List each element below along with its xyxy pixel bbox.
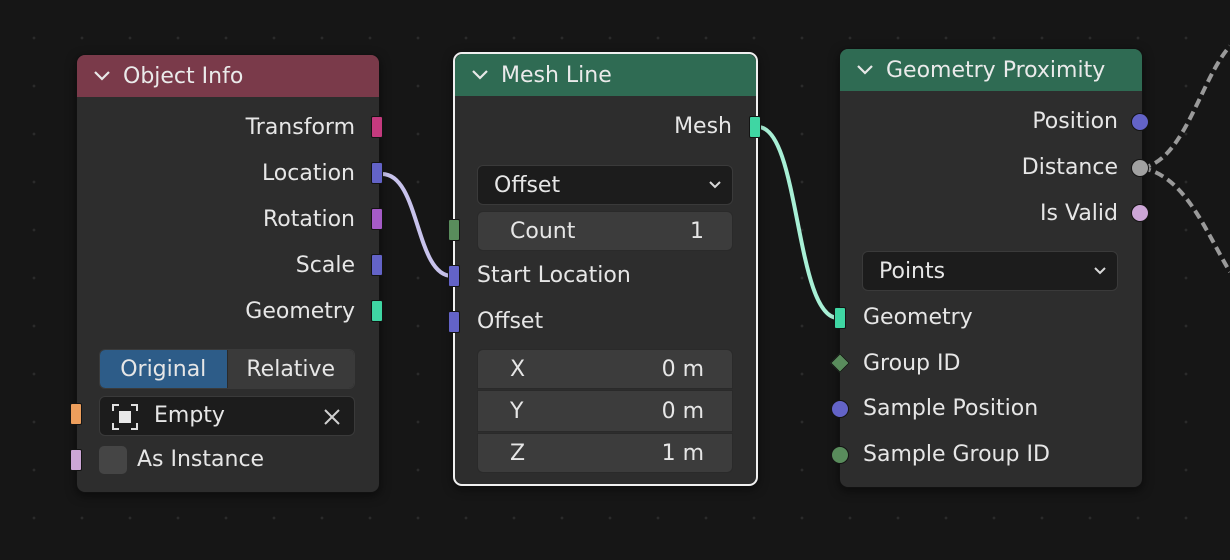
socket-sample-position-input[interactable] [831, 400, 849, 418]
offset-y-label: Y [510, 398, 524, 424]
output-position-label: Position [1032, 109, 1118, 134]
object-field-value: Empty [154, 403, 225, 428]
socket-location-output[interactable] [371, 162, 383, 184]
chevron-down-icon[interactable] [854, 59, 876, 81]
chevron-down-icon[interactable] [91, 65, 113, 87]
socket-geometry-input[interactable] [834, 307, 846, 329]
empty-object-icon [112, 404, 138, 430]
input-group-id-label: Group ID [863, 351, 961, 376]
offset-y-field[interactable]: Y 0 m [477, 390, 733, 432]
socket-offset-input[interactable] [448, 311, 460, 333]
output-transform-label: Transform [245, 115, 355, 140]
offset-y-value: 0 m [661, 398, 704, 424]
socket-is-valid-output[interactable] [1131, 204, 1149, 222]
offset-label: Offset [477, 309, 544, 334]
as-instance-checkbox[interactable] [99, 446, 127, 474]
close-icon[interactable] [322, 407, 342, 427]
count-value: 1 [690, 218, 704, 244]
output-rotation-label: Rotation [262, 207, 355, 232]
socket-position-output[interactable] [1131, 113, 1149, 131]
output-distance-label: Distance [1021, 155, 1118, 180]
offset-x-field[interactable]: X 0 m [477, 349, 733, 389]
socket-start-location-input[interactable] [448, 265, 460, 287]
offset-x-value: 0 m [661, 356, 704, 382]
output-mesh-label: Mesh [674, 114, 732, 139]
socket-rotation-output[interactable] [371, 208, 383, 230]
target-element-dropdown[interactable]: Points [862, 251, 1118, 291]
object-field[interactable]: Empty [99, 396, 355, 436]
output-geometry-label: Geometry [245, 299, 355, 324]
mesh-line-mode-dropdown[interactable]: Offset [477, 165, 733, 205]
socket-as-instance-input[interactable] [70, 449, 82, 471]
toggle-relative[interactable]: Relative [226, 350, 354, 388]
socket-count-input[interactable] [448, 219, 460, 241]
link-distance-out-2 [1141, 166, 1230, 274]
mesh-line-title: Mesh Line [501, 62, 612, 88]
mesh-line-mode-value: Offset [494, 172, 561, 198]
mesh-line-node[interactable]: Mesh Line Mesh Offset Count 1 Start Loca… [453, 52, 758, 486]
toggle-original[interactable]: Original [100, 350, 227, 388]
as-instance-label: As Instance [137, 447, 265, 472]
input-sample-group-id-label: Sample Group ID [863, 442, 1050, 467]
geometry-proximity-node[interactable]: Geometry Proximity Position Distance Is … [839, 48, 1143, 488]
socket-scale-output[interactable] [371, 254, 383, 276]
link-mesh-to-geometry [757, 125, 839, 320]
object-info-header[interactable]: Object Info [77, 55, 379, 97]
geometry-proximity-title: Geometry Proximity [886, 57, 1106, 83]
transform-space-toggle[interactable]: Original Relative [99, 349, 355, 389]
offset-z-field[interactable]: Z 1 m [477, 433, 733, 473]
target-element-value: Points [879, 258, 946, 284]
start-location-label: Start Location [477, 263, 631, 288]
input-geometry-label: Geometry [863, 305, 973, 330]
output-scale-label: Scale [295, 253, 355, 278]
output-is-valid-label: Is Valid [1040, 201, 1118, 226]
link-distance-out-1 [1141, 44, 1230, 170]
socket-distance-output[interactable] [1131, 159, 1149, 177]
offset-z-value: 1 m [661, 440, 704, 466]
input-sample-position-label: Sample Position [863, 396, 1039, 421]
socket-mesh-output[interactable] [749, 116, 761, 138]
socket-object-input[interactable] [70, 403, 82, 425]
object-info-title: Object Info [123, 63, 244, 89]
socket-sample-group-id-input[interactable] [831, 446, 849, 464]
geometry-proximity-header[interactable]: Geometry Proximity [840, 49, 1142, 91]
offset-z-label: Z [510, 440, 526, 466]
link-location-to-start-location [381, 172, 453, 278]
output-location-label: Location [261, 161, 355, 186]
chevron-down-icon [709, 181, 721, 189]
offset-x-label: X [510, 356, 526, 382]
socket-geometry-output[interactable] [371, 300, 383, 322]
mesh-line-header[interactable]: Mesh Line [455, 54, 756, 96]
socket-transform-output[interactable] [371, 116, 383, 138]
chevron-down-icon[interactable] [469, 64, 491, 86]
object-info-node[interactable]: Object Info Transform Location Rotation … [76, 54, 380, 493]
count-label: Count [510, 218, 576, 244]
count-field[interactable]: Count 1 [477, 211, 733, 251]
chevron-down-icon [1094, 267, 1106, 275]
